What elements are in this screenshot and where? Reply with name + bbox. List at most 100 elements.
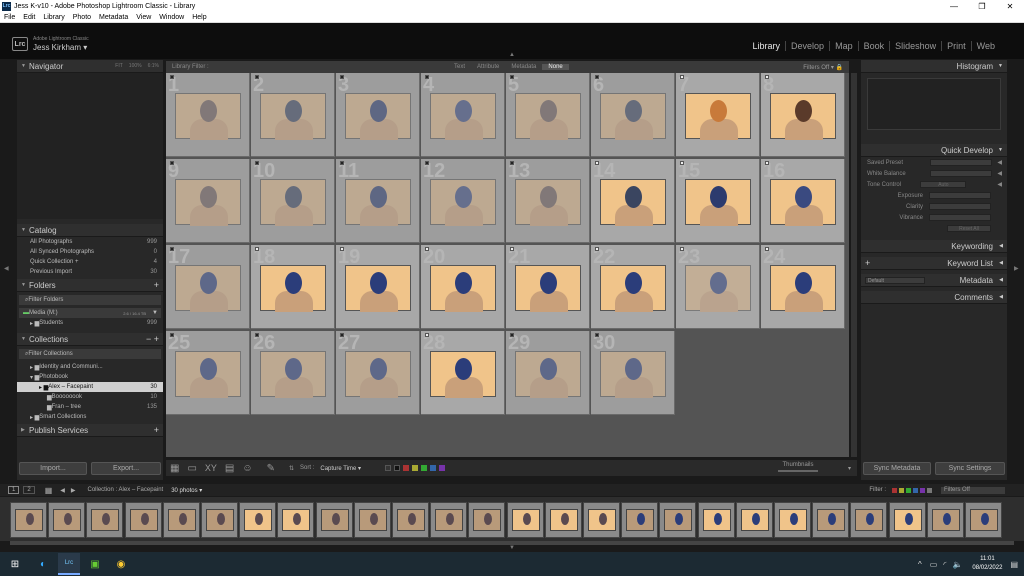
flag-badge-icon[interactable] (425, 161, 429, 165)
photo-thumbnail[interactable] (600, 179, 666, 226)
catalog-item[interactable]: All Synced Photographs 0 (17, 247, 163, 257)
flag-badge-icon[interactable] (510, 333, 514, 337)
grid-cell[interactable]: 24 (761, 245, 845, 329)
filmstrip-thumbnail[interactable] (850, 502, 888, 538)
triangle-left-icon[interactable]: ◀ (992, 170, 1007, 177)
photo-thumbnail[interactable] (770, 93, 836, 140)
reject-flag-icon[interactable] (394, 465, 401, 471)
chevron-up-icon[interactable]: ^ (918, 560, 922, 569)
grid-cell[interactable]: 28 (421, 331, 505, 415)
grid-cell[interactable]: 25 (166, 331, 250, 415)
exposure-stepper[interactable] (929, 192, 991, 199)
flag-badge-icon[interactable] (765, 75, 769, 79)
grid-cell[interactable]: 13 (506, 159, 590, 243)
flag-badge-icon[interactable] (340, 247, 344, 251)
filmstrip-thumbnail[interactable] (239, 502, 277, 538)
filter-tab-text[interactable]: Text (448, 64, 471, 70)
comments-header[interactable]: Comments ◀ (861, 291, 1007, 304)
filmstrip-thumbnail[interactable] (315, 502, 353, 538)
add-publish-icon[interactable]: + (154, 425, 163, 435)
nav-zoom[interactable]: 6:1% (148, 63, 159, 69)
publish-header[interactable]: ▶ Publish Services + (17, 424, 163, 437)
auto-button[interactable]: Auto (920, 181, 967, 188)
flag-badge-icon[interactable] (425, 75, 429, 79)
folders-header[interactable]: ▼ Folders + (17, 279, 163, 292)
photo-thumbnail[interactable] (600, 265, 666, 312)
grid-view-icon[interactable]: ▦ (170, 463, 179, 474)
flag-badge-icon[interactable] (595, 75, 599, 79)
grid-cell[interactable]: 19 (336, 245, 420, 329)
histogram-header[interactable]: Histogram ▼ (861, 60, 1007, 73)
flag-badge-icon[interactable] (340, 161, 344, 165)
filmstrip-thumbnail[interactable] (392, 502, 429, 538)
photo-thumbnail[interactable] (430, 265, 496, 312)
navigator-header[interactable]: ▼ Navigator FIT 100% 6:1% (17, 60, 163, 73)
grid-cell[interactable]: 6 (591, 73, 675, 157)
filmstrip-thumbnail[interactable] (774, 502, 811, 538)
module-develop[interactable]: Develop (785, 41, 829, 51)
top-panel-toggle-icon[interactable]: ▲ (509, 52, 515, 58)
sort-select[interactable]: Capture Time ▾ (320, 465, 361, 472)
loupe-view-icon[interactable]: ▭ (187, 463, 196, 474)
module-library[interactable]: Library (748, 41, 786, 51)
photo-thumbnail[interactable] (430, 93, 496, 140)
flag-badge-icon[interactable] (595, 161, 599, 165)
left-panel-toggle-icon[interactable]: ◀ (4, 265, 9, 272)
filmstrip-thumbnail[interactable] (544, 502, 582, 538)
chrome-icon[interactable]: ◉ (110, 553, 132, 575)
filter-status[interactable]: Filters Off ▾ 🔒 (803, 64, 849, 71)
grid-cell[interactable]: 14 (591, 159, 675, 243)
filmstrip-thumbnail[interactable] (659, 502, 697, 538)
photo-thumbnail[interactable] (515, 265, 581, 312)
flag-badge-icon[interactable] (595, 333, 599, 337)
filmstrip-thumbnail[interactable] (48, 502, 86, 538)
collection-item[interactable]: ▾ ▆ Photobook (17, 372, 163, 382)
export-button[interactable]: Export... (91, 462, 161, 475)
flag-badge-icon[interactable] (340, 75, 344, 79)
grid-scrollbar[interactable] (851, 73, 857, 457)
triangle-down-icon[interactable]: ◀ (992, 181, 1007, 188)
grid-cell[interactable]: 15 (676, 159, 760, 243)
collection-item-selected[interactable]: ▸ ▆ Alex – Facepaint 30 (17, 382, 163, 392)
painter-icon[interactable]: ✎ (267, 463, 275, 474)
flag-badge-icon[interactable] (595, 247, 599, 251)
photo-thumbnail[interactable] (770, 265, 836, 312)
photo-thumbnail[interactable] (515, 351, 581, 398)
photo-count[interactable]: 30 photos ▾ (171, 487, 202, 494)
notifications-icon[interactable]: ▤ (1010, 560, 1018, 569)
nav-100[interactable]: 100% (129, 63, 142, 69)
photo-thumbnail[interactable] (685, 265, 751, 312)
wifi-icon[interactable]: ◜ (943, 560, 946, 569)
bottom-panel-toggle-icon[interactable]: ▼ (509, 545, 515, 551)
flag-badge-icon[interactable] (680, 161, 684, 165)
collections-actions-icon[interactable]: − + (146, 334, 163, 344)
filmstrip-thumbnail[interactable] (583, 502, 620, 538)
label-purple-icon[interactable] (920, 487, 925, 493)
photo-thumbnail[interactable] (260, 265, 326, 312)
grid-cell[interactable]: 7 (676, 73, 760, 157)
grid-cell[interactable]: 8 (761, 73, 845, 157)
grid-cell[interactable]: 5 (506, 73, 590, 157)
grid-icon[interactable]: ▦ (45, 486, 53, 495)
module-book[interactable]: Book (857, 41, 890, 51)
flag-badge-icon[interactable] (510, 161, 514, 165)
filmstrip-thumbnail[interactable] (735, 502, 773, 538)
flag-badge-icon[interactable] (170, 161, 174, 165)
grid-cell[interactable]: 23 (676, 245, 760, 329)
clarity-stepper[interactable] (929, 203, 991, 210)
filmstrip-thumbnail[interactable] (888, 502, 926, 538)
filmstrip-thumbnail[interactable] (201, 502, 238, 538)
grid-cell[interactable]: 4 (421, 73, 505, 157)
close-icon[interactable]: ✕ (996, 2, 1024, 11)
filter-collections-input[interactable]: ⌕ Filter Collections (19, 349, 161, 359)
filmstrip-thumbnail[interactable] (86, 502, 124, 538)
grid-cell[interactable]: 3 (336, 73, 420, 157)
filter-tab-metadata[interactable]: Metadata (505, 64, 542, 70)
flag-badge-icon[interactable] (425, 247, 429, 251)
vibrance-stepper[interactable] (929, 214, 991, 221)
volume-row[interactable]: ▬ Media (M:) 2.6 / 16.4 TB ▼ (19, 308, 161, 318)
grid-cell[interactable]: 16 (761, 159, 845, 243)
menu-file[interactable]: File (0, 14, 19, 21)
label-blue-icon[interactable] (913, 487, 918, 493)
keyword-list-header[interactable]: + Keyword List ◀ (861, 257, 1007, 270)
